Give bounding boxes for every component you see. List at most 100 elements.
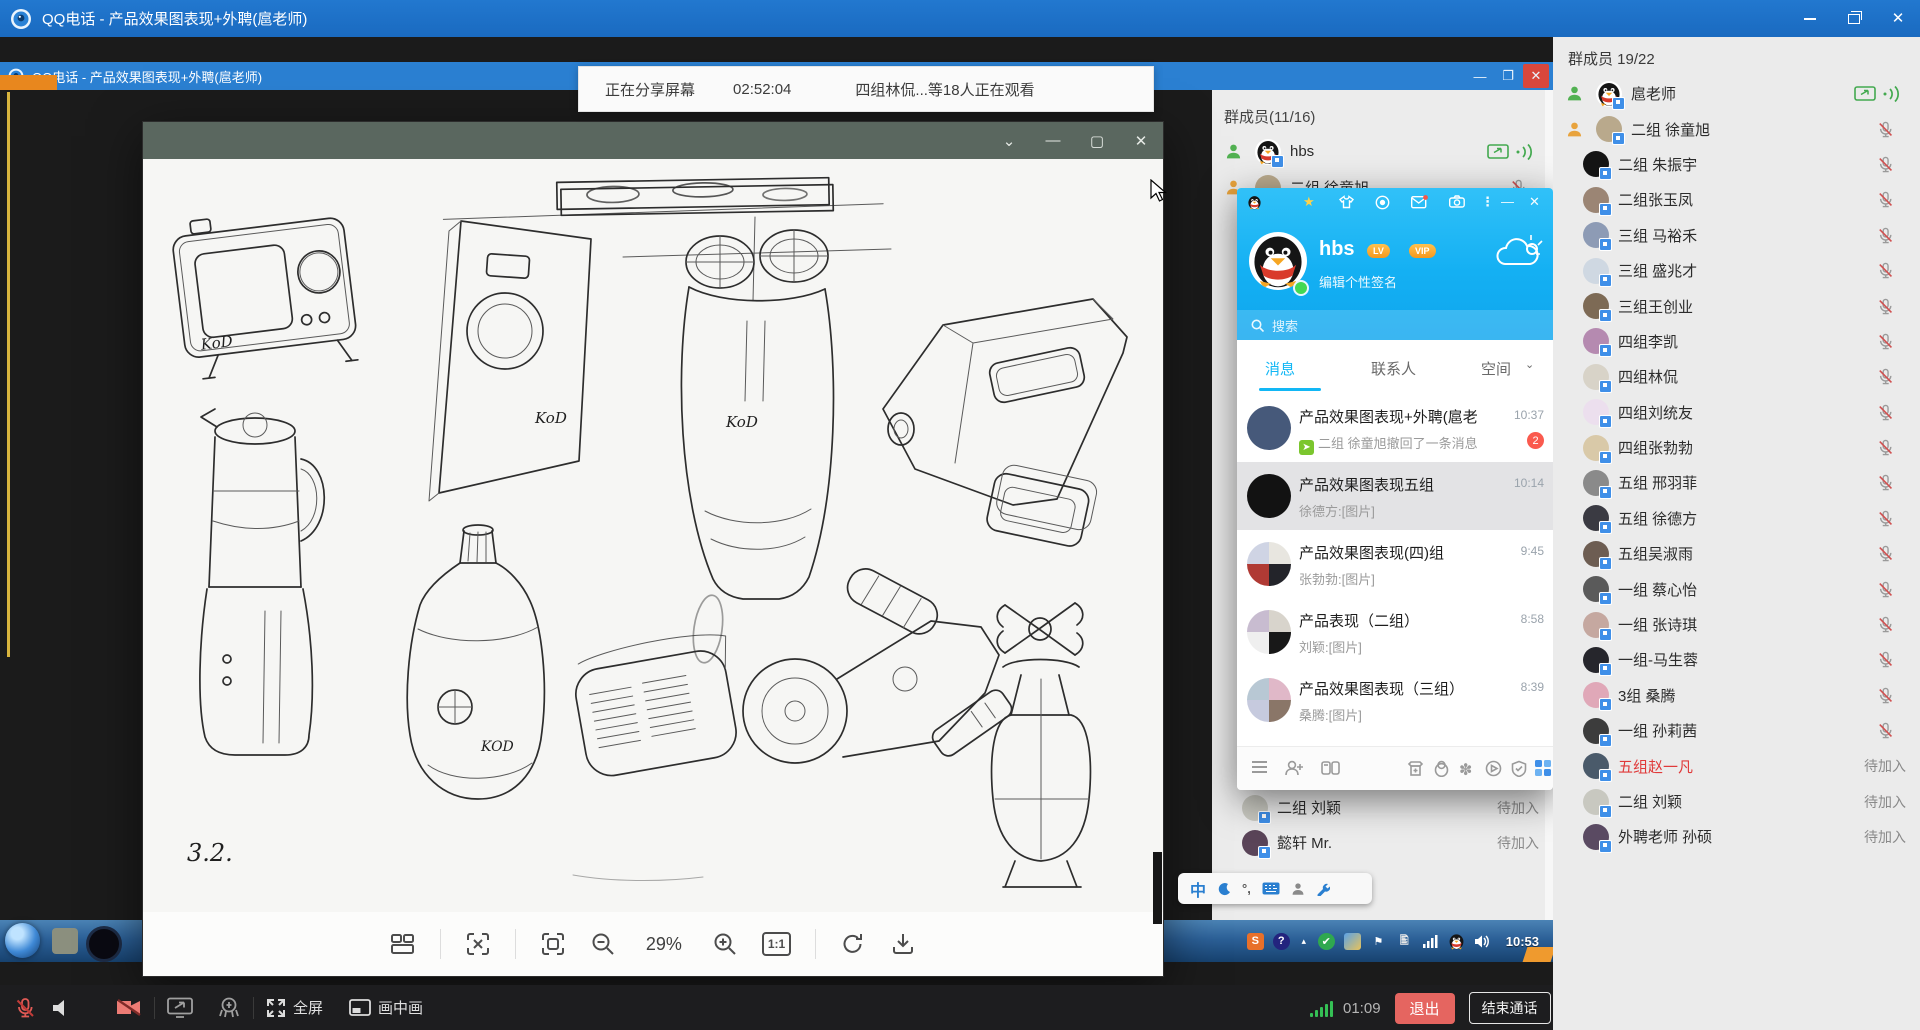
taskbar-app-icon[interactable] (52, 928, 78, 954)
outer-restore-button[interactable] (1832, 0, 1876, 37)
tray-network-icon[interactable] (1422, 934, 1439, 949)
member-row[interactable]: 四组林侃 (1553, 359, 1920, 394)
favorite-star-icon[interactable]: ★ (1303, 195, 1315, 208)
tray-s-icon[interactable]: S (1247, 933, 1264, 950)
member-row[interactable]: 五组吴淑雨 (1553, 536, 1920, 571)
tray-shield-icon[interactable]: ✔ (1318, 933, 1335, 950)
menu-icon[interactable] (1251, 760, 1268, 774)
security-shield-icon[interactable] (1511, 760, 1527, 777)
member-row[interactable]: 三组王创业 (1553, 288, 1920, 323)
zoom-in-button[interactable] (712, 931, 738, 957)
layout-grid-button[interactable] (390, 931, 416, 957)
member-row[interactable]: 扈老师 (1553, 76, 1920, 111)
member-row[interactable]: 二组 徐童旭 (1553, 111, 1920, 146)
mic-muted-button[interactable] (14, 997, 36, 1019)
tray-power-icon[interactable]: 🖺 (1396, 933, 1413, 950)
compass-icon[interactable] (1375, 195, 1390, 210)
member-row[interactable]: 五组 徐德方 (1553, 501, 1920, 536)
tray-expand-icon[interactable]: ▴ (1299, 933, 1309, 950)
ime-moon-icon[interactable] (1217, 882, 1231, 896)
message-list-item[interactable]: 产品效果图表现（三组） 8:39 桑腾:[图片] (1237, 666, 1553, 734)
level-badge[interactable]: LV (1367, 244, 1390, 258)
show-desktop-wedge[interactable] (1523, 947, 1553, 962)
member-row[interactable]: 四组李凯 (1553, 324, 1920, 359)
inner-minimize-button[interactable]: — (1467, 64, 1493, 88)
member-row[interactable]: 五组赵一凡 待加入 (1553, 748, 1920, 783)
tab-contacts[interactable]: 联系人 (1371, 358, 1416, 379)
mail-icon[interactable] (1411, 195, 1428, 209)
user-nickname[interactable]: hbs (1319, 238, 1355, 261)
tab-qzone[interactable]: 空间 (1481, 358, 1511, 379)
message-list-item[interactable]: 产品表现（二组） 8:58 刘颖:[图片] (1237, 598, 1553, 666)
ime-lang-icon[interactable]: 中 (1190, 877, 1206, 901)
tab-messages[interactable]: 消息 (1265, 358, 1295, 379)
member-row[interactable]: 外聘老师 孙硕 待加入 (1553, 819, 1920, 854)
camera-icon[interactable] (1449, 195, 1465, 208)
taskbar-camera-app-icon[interactable] (86, 926, 122, 962)
add-contact-icon[interactable] (1285, 760, 1304, 776)
inner-close-button[interactable]: ✕ (1523, 64, 1549, 88)
member-row[interactable]: 五组 邢羽菲 (1553, 465, 1920, 500)
fit-screen-button[interactable] (540, 931, 566, 957)
member-row[interactable]: 3组 桑腾 (1553, 678, 1920, 713)
folders-icon[interactable] (1321, 760, 1340, 776)
member-row[interactable]: 三组 马裕禾 (1553, 218, 1920, 253)
message-list-item[interactable]: 产品效果图表现(四)组 9:45 张勃勃:[图片] (1237, 530, 1553, 598)
end-call-button[interactable]: 结束通话 (1469, 992, 1551, 1024)
chevron-down-icon[interactable]: ⌄ (1525, 358, 1534, 371)
tray-volume-icon[interactable] (1474, 934, 1491, 949)
pip-button[interactable]: 画中画 (349, 997, 423, 1018)
member-row[interactable]: 三组 盛兆才 (1553, 253, 1920, 288)
member-row[interactable]: 一组 孙莉茜 (1553, 713, 1920, 748)
member-row[interactable]: 一组 蔡心怡 (1553, 571, 1920, 606)
app-grid-icon[interactable] (1535, 760, 1551, 776)
share-screen-button[interactable] (167, 997, 193, 1018)
start-button[interactable] (5, 923, 40, 958)
tray-flag-icon[interactable]: ⚑ (1370, 933, 1387, 950)
message-list-item[interactable]: 产品效果图表现+外聘(扈老 10:37 ➤二组 徐童旭撤回了一条消息 2 (1237, 394, 1553, 462)
qq-box-icon[interactable] (1407, 760, 1424, 777)
qq-minimize-button[interactable]: — (1501, 195, 1514, 208)
viewer-minimize-button[interactable]: — (1031, 122, 1075, 159)
outer-close-button[interactable]: ✕ (1876, 0, 1920, 37)
member-row[interactable]: hbs (1212, 134, 1553, 169)
member-row[interactable]: 一组 张诗琪 (1553, 607, 1920, 642)
member-row[interactable]: 二组 刘颖 待加入 (1212, 790, 1553, 825)
inner-restore-button[interactable]: ❐ (1495, 64, 1521, 88)
member-row[interactable]: 四组刘统友 (1553, 395, 1920, 430)
member-row[interactable]: 二组 刘颖 待加入 (1553, 784, 1920, 819)
member-row[interactable]: 二组张玉凤 (1553, 182, 1920, 217)
member-row[interactable]: 一组-马生蓉 (1553, 642, 1920, 677)
member-row[interactable]: 四组张勃勃 (1553, 430, 1920, 465)
viewer-maximize-button[interactable]: ▢ (1075, 122, 1119, 159)
ime-wrench-icon[interactable] (1316, 882, 1330, 896)
ime-user-icon[interactable] (1291, 882, 1305, 896)
camera-muted-button[interactable] (116, 998, 142, 1017)
message-list-item[interactable]: 产品效果图表现五组 10:14 徐德方:[图片] (1237, 462, 1553, 530)
member-row[interactable]: 二组 朱振宇 (1553, 147, 1920, 182)
download-button[interactable] (890, 931, 916, 957)
qq-close-button[interactable]: ✕ (1529, 195, 1540, 208)
tray-qq-icon[interactable] (1448, 933, 1465, 950)
ocr-extract-button[interactable] (465, 931, 491, 957)
outer-minimize-button[interactable] (1788, 0, 1832, 37)
demo-whiteboard-button[interactable] (217, 997, 241, 1018)
more-menu-icon[interactable]: ⋮ (1481, 195, 1494, 208)
qq-doll-icon[interactable] (1433, 760, 1450, 777)
speaker-button[interactable] (52, 999, 72, 1017)
viewer-scrollbar-nub[interactable] (1153, 852, 1162, 924)
ime-keyboard-icon[interactable] (1262, 882, 1280, 895)
ime-punct-icon[interactable]: °, (1242, 881, 1251, 896)
dress-up-icon[interactable] (1339, 195, 1354, 209)
signature-edit[interactable]: 编辑个性签名 (1319, 272, 1397, 291)
search-bar[interactable]: 搜索 (1237, 310, 1553, 340)
actual-size-button[interactable]: 1:1 (762, 932, 791, 956)
tray-help-icon[interactable]: ? (1273, 933, 1290, 950)
game-flower-icon[interactable]: ✽ (1459, 760, 1472, 780)
tray-color-icon[interactable] (1344, 933, 1361, 950)
zoom-out-button[interactable] (590, 931, 616, 957)
viewer-close-button[interactable]: ✕ (1119, 122, 1163, 159)
vip-badge[interactable]: VIP (1409, 244, 1436, 258)
member-row[interactable]: 懿轩 Mr. 待加入 (1212, 825, 1553, 860)
video-play-icon[interactable] (1485, 760, 1502, 777)
